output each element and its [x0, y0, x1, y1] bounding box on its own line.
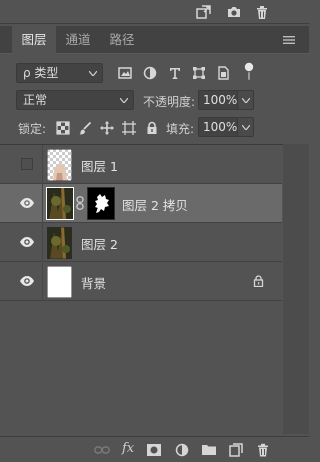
add-mask-icon[interactable] [147, 443, 161, 457]
adjustment-layer-filter-icon[interactable] [143, 66, 157, 80]
eye-icon[interactable] [20, 197, 34, 209]
row-divider [42, 145, 43, 184]
panel-tab-bar: 图层 通道 路径 [0, 26, 309, 54]
row-divider [42, 262, 43, 301]
row-divider [42, 184, 43, 223]
layer-name[interactable]: 背景 [81, 273, 106, 292]
layer-name[interactable]: 图层 2 拷贝 [122, 195, 188, 214]
layers-list: 图层 1 图层 2 拷贝 图层 2 背景 [0, 144, 309, 434]
panel-menu-icon[interactable] [283, 35, 295, 45]
row-divider [42, 223, 43, 262]
visibility-toggle[interactable] [21, 158, 33, 170]
layer-thumbnail [47, 266, 72, 298]
lock-position-icon[interactable] [100, 121, 114, 135]
panel-top-toolbar [0, 0, 309, 24]
tab-paths[interactable]: 路径 [102, 26, 142, 54]
lock-image-pixels-icon[interactable] [78, 121, 92, 135]
pixel-layer-filter-icon[interactable] [118, 66, 132, 80]
trash-icon[interactable] [254, 4, 270, 20]
lock-all-icon[interactable] [145, 121, 159, 135]
layer-mask-thumbnail[interactable] [87, 187, 115, 220]
opacity-input[interactable]: 100% [198, 90, 238, 110]
layer-name[interactable]: 图层 1 [81, 156, 118, 175]
eye-icon[interactable] [20, 275, 34, 287]
new-group-icon[interactable] [202, 443, 216, 457]
opacity-dropdown-button[interactable] [237, 90, 254, 110]
layer-row[interactable]: 背景 [0, 262, 282, 301]
layer-style-button[interactable]: fx [122, 441, 134, 456]
filter-kind-label: ρ 类型 [23, 66, 59, 80]
eye-icon[interactable] [20, 236, 34, 248]
lock-label: 锁定: [18, 122, 47, 136]
layers-scrollbar[interactable] [283, 144, 309, 434]
camera-icon[interactable] [226, 4, 242, 20]
chevron-down-icon [120, 98, 128, 103]
new-from-layer-icon[interactable] [196, 4, 212, 20]
smart-object-filter-icon[interactable] [216, 66, 230, 80]
layer-thumbnail [47, 227, 72, 259]
chevron-down-icon [89, 71, 97, 76]
opacity-label: 不透明度: [143, 95, 196, 109]
layer-row[interactable]: 图层 2 [0, 223, 282, 262]
chevron-down-icon [242, 125, 250, 130]
layer-thumbnail [47, 149, 72, 181]
mask-link-icon[interactable] [76, 196, 84, 210]
layer-row-selected[interactable]: 图层 2 拷贝 [0, 184, 282, 223]
shape-layer-filter-icon[interactable] [192, 66, 206, 80]
link-layers-icon[interactable] [94, 443, 110, 457]
blend-mode-value: 正常 [23, 93, 48, 107]
layers-bottom-toolbar: fx [0, 436, 309, 462]
lock-transparent-pixels-icon[interactable] [56, 121, 70, 135]
lock-artboard-icon[interactable] [122, 121, 136, 135]
layer-thumbnail [46, 187, 74, 220]
lock-icon[interactable] [253, 275, 264, 287]
filter-kind-select[interactable]: ρ 类型 [16, 63, 103, 83]
fill-label: 填充: [166, 122, 195, 136]
fill-dropdown-button[interactable] [237, 117, 254, 137]
tab-layers[interactable]: 图层 [12, 26, 56, 54]
layer-row[interactable]: 图层 1 [0, 145, 282, 184]
type-layer-filter-icon[interactable] [168, 66, 182, 80]
chevron-down-icon [242, 98, 250, 103]
filter-toggle-icon[interactable] [243, 62, 255, 82]
adjustment-layer-icon[interactable] [175, 443, 189, 457]
tab-channels[interactable]: 通道 [58, 26, 98, 54]
layer-name[interactable]: 图层 2 [81, 234, 118, 253]
blend-mode-select[interactable]: 正常 [16, 90, 134, 110]
delete-layer-icon[interactable] [256, 443, 270, 457]
new-layer-icon[interactable] [229, 443, 243, 457]
fill-input[interactable]: 100% [198, 117, 238, 137]
